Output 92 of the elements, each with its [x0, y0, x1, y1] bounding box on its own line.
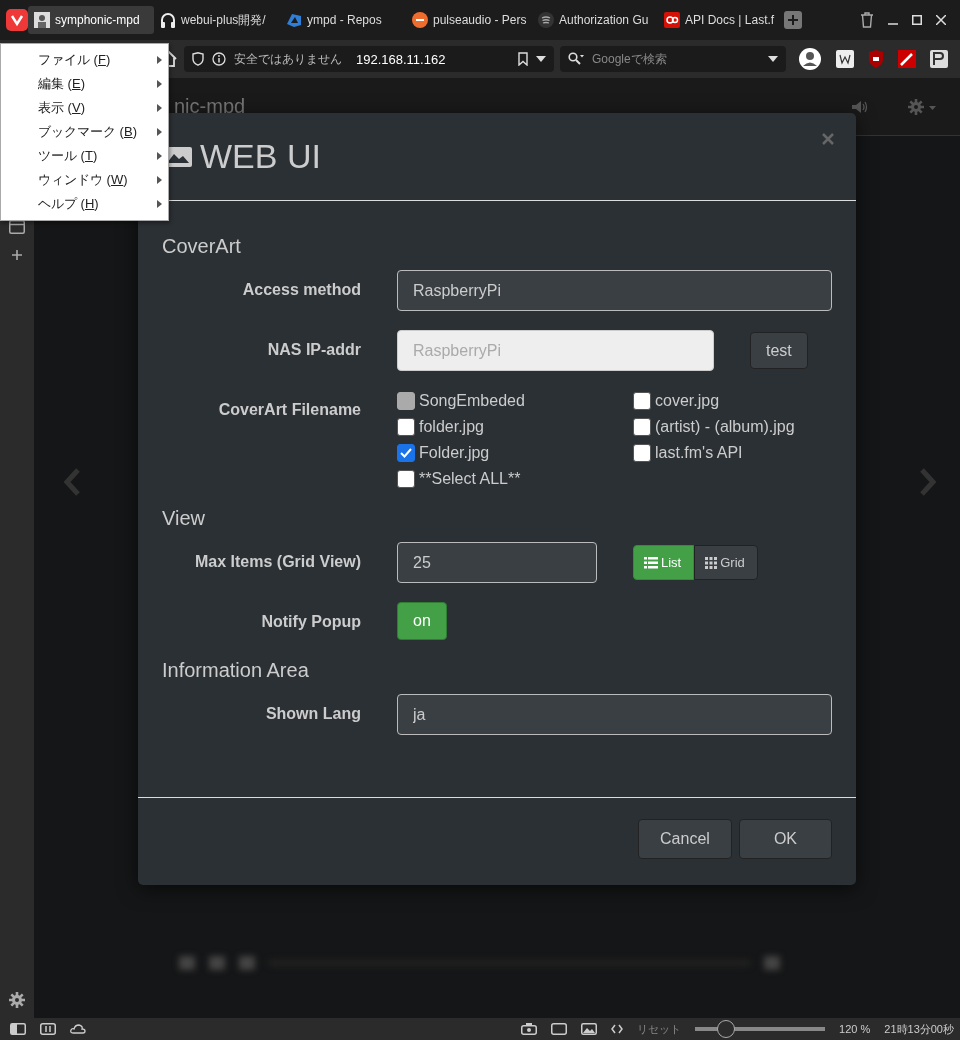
checkbox-label: SongEmbeded	[419, 392, 525, 410]
reset-link[interactable]: リセット	[637, 1021, 682, 1037]
checkbox-label: folder.jpg	[419, 418, 484, 436]
submenu-arrow-icon	[157, 56, 162, 64]
dialog-title: WEB UI	[200, 137, 321, 176]
menu-item[interactable]: 編集 (E)	[1, 72, 168, 96]
wand-icon[interactable]	[898, 50, 916, 68]
camera-icon[interactable]	[521, 1023, 538, 1035]
menu-item[interactable]: ツール (T)	[1, 144, 168, 168]
document-icon[interactable]	[836, 50, 854, 68]
window-icon[interactable]	[551, 1023, 568, 1035]
section-heading: CoverArt	[162, 235, 242, 258]
profile-icon[interactable]	[798, 47, 822, 71]
address-field[interactable]: 安全ではありません 192.168.11.162	[184, 46, 554, 72]
checkbox[interactable]	[397, 418, 415, 436]
menu-item[interactable]: ウィンドウ (W)	[1, 168, 168, 192]
checkbox[interactable]	[633, 392, 651, 410]
headphones-icon	[160, 12, 176, 28]
browser-tab[interactable]: API Docs | Last.f	[658, 6, 784, 34]
checkbox[interactable]	[397, 444, 415, 462]
field-label: Access method	[241, 280, 361, 299]
browser-tab[interactable]: pulseaudio - Pers	[406, 6, 532, 34]
bookmark-icon[interactable]	[518, 52, 528, 66]
input-field[interactable]: 25	[397, 542, 597, 583]
photo-icon	[34, 12, 50, 28]
menu-item[interactable]: ヘルプ (H)	[1, 192, 168, 216]
field-label: Shown Lang	[264, 704, 361, 723]
menu-item[interactable]: ブックマーク (B)	[1, 120, 168, 144]
sound-wave-icon	[538, 12, 554, 28]
submenu-arrow-icon	[157, 200, 162, 208]
code-icon[interactable]	[611, 1024, 624, 1034]
field-label: CoverArt Filename	[217, 400, 361, 419]
menu-item[interactable]: 表示 (V)	[1, 96, 168, 120]
checkbox-label: last.fm's API	[655, 444, 743, 462]
tile-icon[interactable]	[40, 1023, 56, 1035]
input-field[interactable]: ja	[397, 694, 832, 735]
settings-icon[interactable]	[9, 992, 25, 1008]
shield-icon[interactable]	[868, 50, 884, 68]
checkbox-label: **Select ALL**	[419, 470, 521, 488]
rings-icon	[664, 12, 680, 28]
cancel-button[interactable]: Cancel	[638, 818, 732, 859]
checkbox[interactable]	[633, 418, 651, 436]
browser-tab[interactable]: ympd - Repos	[280, 6, 406, 34]
section-heading: View	[162, 507, 206, 530]
caret-icon[interactable]	[536, 56, 546, 62]
cloud-icon[interactable]	[70, 1024, 86, 1034]
info-icon	[212, 52, 226, 66]
caret-icon	[768, 56, 778, 62]
panel-icon[interactable]	[10, 1023, 26, 1035]
window-icon[interactable]	[9, 220, 25, 234]
input-field[interactable]: RaspberryPi	[397, 270, 832, 311]
grid-icon	[705, 556, 718, 569]
submenu-arrow-icon	[157, 152, 162, 160]
section-heading: Information Area	[162, 659, 310, 682]
submenu-arrow-icon	[157, 80, 162, 88]
grid-view-button[interactable]: Grid	[694, 545, 758, 580]
ok-button[interactable]: OK	[738, 818, 832, 859]
search-icon	[568, 52, 584, 66]
image-icon[interactable]	[581, 1023, 598, 1035]
browser-tab[interactable]: Authorization Gu	[532, 6, 658, 34]
cloud-icon	[286, 12, 302, 28]
submenu-arrow-icon	[157, 128, 162, 136]
checkbox-label: cover.jpg	[655, 392, 720, 410]
browser-tab[interactable]: webui-plus開発/	[154, 6, 280, 34]
security-warning: 安全ではありません	[234, 50, 342, 68]
new-tab-icon[interactable]	[784, 11, 802, 29]
list-icon	[644, 556, 658, 569]
field-label: Max Items (Grid View)	[194, 552, 361, 571]
minus-circle-icon	[412, 12, 428, 28]
checkbox-label: Folder.jpg	[419, 444, 490, 462]
maximize-icon[interactable]	[912, 15, 922, 25]
pen-icon[interactable]	[930, 50, 948, 68]
shield-icon	[192, 52, 204, 66]
submenu-arrow-icon	[157, 104, 162, 112]
browser-tab[interactable]: symphonic-mpd	[28, 6, 154, 34]
submenu-arrow-icon	[157, 176, 162, 184]
url-text: 192.168.11.162	[356, 51, 447, 67]
menu-item[interactable]: ファイル (F)	[1, 48, 168, 72]
zoom-level: 120 %	[839, 1023, 871, 1035]
brand-name: nic-mpd	[174, 95, 246, 118]
checkbox[interactable]	[397, 470, 415, 488]
field-label: Notify Popup	[260, 612, 361, 631]
checkbox-label: (artist) - (album).jpg	[655, 418, 795, 436]
search-field[interactable]: Googleで検索	[560, 46, 786, 72]
search-input[interactable]: Googleで検索	[590, 51, 762, 67]
slider-thumb[interactable]	[717, 1020, 736, 1038]
trash-icon[interactable]	[860, 12, 874, 28]
checkbox[interactable]	[633, 444, 651, 462]
plus-icon[interactable]	[12, 250, 22, 260]
clock-text: 21時13分00秒	[884, 1021, 954, 1037]
field-label: NAS IP-addr	[266, 340, 361, 359]
browser-logo-icon	[6, 9, 28, 31]
